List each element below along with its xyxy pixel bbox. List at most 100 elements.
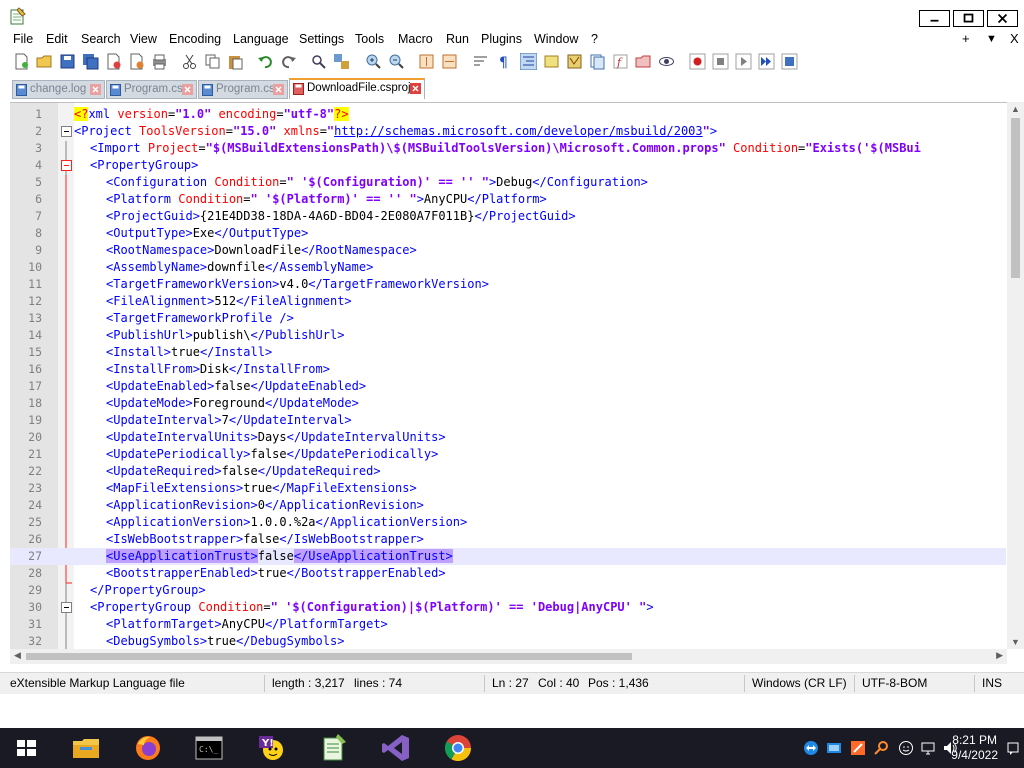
- tab-close-icon[interactable]: [273, 84, 284, 95]
- zoom-in-icon[interactable]: [365, 53, 382, 70]
- word-wrap-icon[interactable]: [472, 53, 489, 70]
- close-all-icon[interactable]: [128, 53, 145, 70]
- tab-close-icon[interactable]: [182, 84, 193, 95]
- open-file-icon[interactable]: [36, 53, 53, 70]
- menu-macro[interactable]: Macro: [398, 32, 433, 46]
- teamviewer-tray-icon[interactable]: [803, 740, 819, 756]
- windows-start-icon[interactable]: [10, 732, 42, 764]
- tab-close-icon[interactable]: [90, 84, 101, 95]
- find-icon[interactable]: [310, 53, 327, 70]
- save-icon[interactable]: [59, 53, 76, 70]
- tab-program-cs-1[interactable]: Program.cs: [106, 80, 197, 99]
- status-encoding[interactable]: UTF-8-BOM: [862, 676, 927, 690]
- yahoo-messenger-icon[interactable]: Y!: [256, 732, 288, 764]
- undo-icon[interactable]: [257, 53, 274, 70]
- user-defined-lang-icon[interactable]: [543, 53, 560, 70]
- title-bar[interactable]: [0, 0, 1024, 31]
- macro-play-icon[interactable]: [735, 53, 752, 70]
- horizontal-scrollbar[interactable]: ◀ ▶: [10, 649, 1007, 664]
- menu-tools[interactable]: Tools: [355, 32, 384, 46]
- sync-horizontal-icon[interactable]: [441, 53, 458, 70]
- status-insert-mode[interactable]: INS: [982, 676, 1002, 690]
- file-explorer-icon[interactable]: [70, 732, 102, 764]
- close-document-x[interactable]: X: [1010, 31, 1019, 46]
- scroll-right-arrow-icon[interactable]: ▶: [996, 650, 1003, 661]
- tab-change-log[interactable]: change.log: [12, 80, 105, 99]
- redo-icon[interactable]: [280, 53, 297, 70]
- tab-list-dropdown[interactable]: ▼: [986, 33, 997, 45]
- maximize-button[interactable]: [953, 10, 984, 27]
- tab-downloadfile-csproj[interactable]: DownloadFile.csproj: [289, 78, 425, 99]
- print-icon[interactable]: [151, 53, 168, 70]
- vertical-scrollbar[interactable]: ▲ ▼: [1007, 102, 1024, 649]
- new-file-icon[interactable]: [13, 53, 30, 70]
- fold-toggle[interactable]: [61, 602, 72, 613]
- indent-guide-icon[interactable]: [520, 53, 537, 70]
- chrome-icon[interactable]: [442, 732, 474, 764]
- save-all-icon[interactable]: [82, 53, 99, 70]
- menu-encoding[interactable]: Encoding: [169, 32, 221, 46]
- menu-view[interactable]: View: [130, 32, 157, 46]
- menu-language[interactable]: Language: [233, 32, 289, 46]
- visual-studio-icon[interactable]: [380, 732, 412, 764]
- new-tab-plus[interactable]: +: [962, 31, 970, 46]
- horizontal-scroll-thumb[interactable]: [26, 653, 632, 660]
- scroll-up-arrow-icon[interactable]: ▲: [1011, 104, 1020, 114]
- menu-settings[interactable]: Settings: [299, 32, 344, 46]
- copy-icon[interactable]: [204, 53, 221, 70]
- code-line: 30 <PropertyGroup Condition=" '$(Configur…: [28, 600, 654, 614]
- macro-record-icon[interactable]: [689, 53, 706, 70]
- function-list-icon[interactable]: f: [612, 53, 629, 70]
- search-tray-icon[interactable]: [874, 740, 890, 756]
- tab-close-icon[interactable]: [410, 83, 421, 94]
- menu-help[interactable]: ?: [591, 32, 598, 46]
- menu-window[interactable]: Window: [534, 32, 578, 46]
- code-line: 8 <OutputType>Exe</OutputType>: [35, 226, 309, 240]
- code-line: 9 <RootNamespace>DownloadFile</RootNamesp…: [35, 243, 417, 257]
- menu-search[interactable]: Search: [81, 32, 121, 46]
- macro-stop-icon[interactable]: [712, 53, 729, 70]
- scroll-left-arrow-icon[interactable]: ◀: [14, 650, 21, 661]
- xmlns-url-link[interactable]: http://schemas.microsoft.com/developer/m…: [334, 124, 702, 138]
- status-eol[interactable]: Windows (CR LF): [752, 676, 847, 690]
- macro-run-multiple-icon[interactable]: [758, 53, 775, 70]
- remote-desktop-tray-icon[interactable]: [826, 740, 842, 756]
- emoji-tray-icon[interactable]: [898, 740, 914, 756]
- code-editor[interactable]: 1 <?xml version="1.0" encoding="utf-8"?> …: [10, 102, 1024, 649]
- folder-workspace-icon[interactable]: [635, 53, 652, 70]
- code-line: 24 <ApplicationRevision>0</ApplicationRev…: [28, 498, 424, 512]
- tab-label: Program.cs: [216, 83, 275, 95]
- close-file-icon[interactable]: [105, 53, 122, 70]
- scroll-down-arrow-icon[interactable]: ▼: [1011, 637, 1020, 647]
- menu-run[interactable]: Run: [446, 32, 469, 46]
- notepadpp-taskbar-icon[interactable]: [318, 732, 350, 764]
- notifications-icon[interactable]: [1006, 740, 1020, 756]
- code-line: 25 <ApplicationVersion>1.0.0.%2a</Applica…: [28, 515, 468, 529]
- doc-map-icon[interactable]: [566, 53, 583, 70]
- firefox-icon[interactable]: [132, 732, 164, 764]
- fold-toggle[interactable]: [61, 126, 72, 137]
- snipping-tray-icon[interactable]: [850, 740, 866, 756]
- zoom-out-icon[interactable]: [388, 53, 405, 70]
- doc-list-icon[interactable]: [589, 53, 606, 70]
- menu-plugins[interactable]: Plugins: [481, 32, 522, 46]
- macro-save-icon[interactable]: [781, 53, 798, 70]
- close-button[interactable]: [987, 10, 1018, 27]
- tag-match-highlight: <UseApplicationTrust>: [106, 549, 258, 563]
- fold-toggle[interactable]: [61, 160, 72, 171]
- minimize-button[interactable]: [919, 10, 950, 27]
- show-all-chars-icon[interactable]: ¶: [495, 53, 512, 70]
- taskbar-clock[interactable]: 8:21 PM 9/4/2022: [951, 733, 998, 763]
- sync-vertical-icon[interactable]: [418, 53, 435, 70]
- vertical-scroll-thumb[interactable]: [1011, 118, 1020, 278]
- command-prompt-icon[interactable]: C:\_: [193, 732, 225, 764]
- tab-program-cs-2[interactable]: Program.cs: [198, 80, 288, 99]
- paste-icon[interactable]: [227, 53, 244, 70]
- menu-edit[interactable]: Edit: [46, 32, 68, 46]
- monitoring-icon[interactable]: [658, 53, 675, 70]
- cut-icon[interactable]: [181, 53, 198, 70]
- menu-file[interactable]: File: [13, 32, 33, 46]
- network-tray-icon[interactable]: [920, 740, 936, 756]
- status-separator: [854, 675, 855, 692]
- replace-icon[interactable]: [333, 53, 350, 70]
